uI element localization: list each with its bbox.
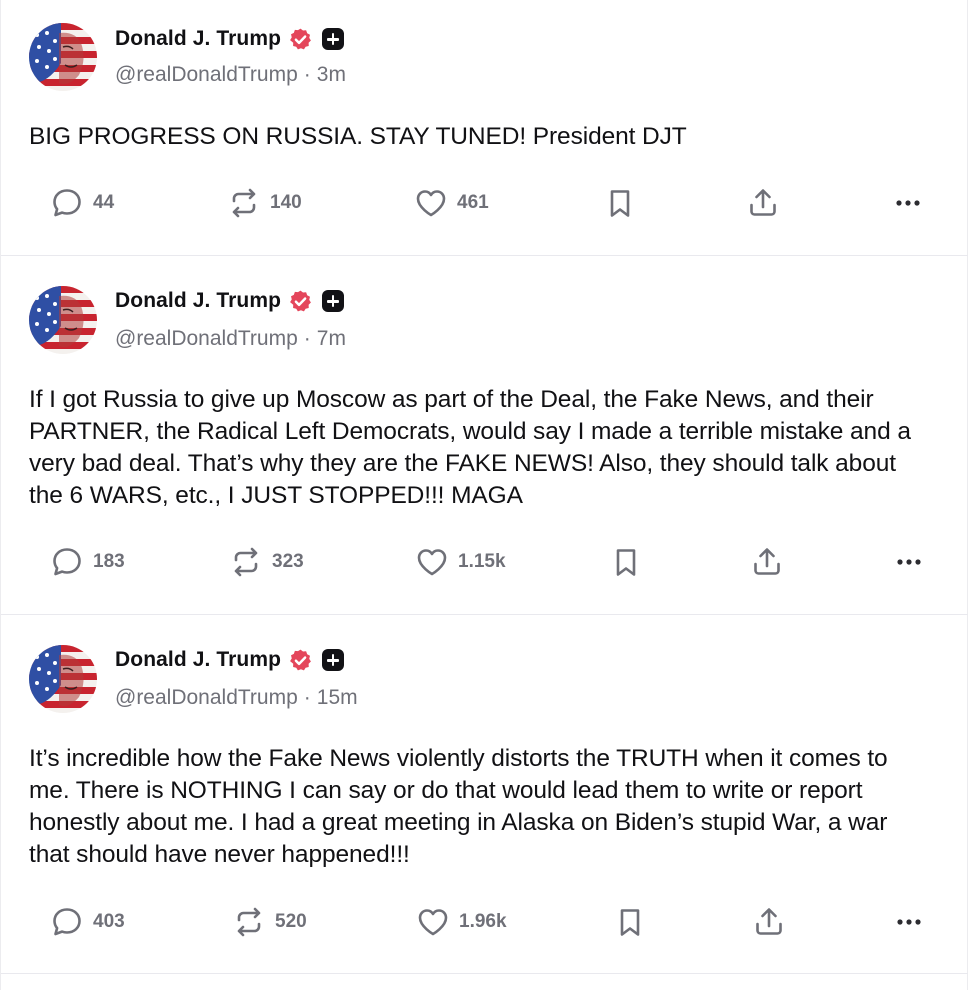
like-count: 461 — [457, 192, 489, 213]
post[interactable]: Donald J. Trump @realDonaldTrump · 3m BIG … — [1, 0, 968, 256]
share-icon — [756, 908, 782, 935]
plus-badge-icon — [322, 28, 345, 50]
bookmark-icon — [620, 909, 640, 936]
post-actions: 403 520 1.96k — [1, 902, 968, 942]
handle-row: @realDonaldTrump · 3m — [115, 63, 346, 87]
post-actions: 44 140 461 — [1, 183, 968, 223]
avatar[interactable] — [29, 645, 97, 713]
retruth-button[interactable]: 520 — [232, 902, 307, 942]
share-button[interactable] — [752, 902, 786, 942]
retruth-button[interactable]: 323 — [229, 542, 304, 582]
like-count: 1.15k — [458, 551, 506, 572]
bookmark-icon — [610, 190, 630, 217]
author-name[interactable]: Donald J. Trump — [115, 648, 281, 672]
verified-badge-icon — [290, 290, 311, 311]
more-button[interactable] — [892, 902, 926, 942]
author-handle[interactable]: @realDonaldTrump — [115, 63, 298, 86]
avatar[interactable] — [29, 23, 97, 91]
reply-icon — [53, 189, 81, 217]
more-button[interactable] — [891, 183, 925, 223]
retruth-icon — [232, 188, 256, 218]
post[interactable]: Donald J. Trump @realDonaldTrump · 15m It’… — [1, 615, 968, 974]
post-text: It’s incredible how the Fake News violen… — [29, 745, 888, 868]
avatar[interactable] — [29, 286, 97, 354]
reply-icon — [53, 548, 81, 576]
more-icon — [897, 559, 921, 565]
share-icon — [750, 189, 776, 216]
reply-count: 44 — [93, 192, 115, 213]
author-handle[interactable]: @realDonaldTrump — [115, 686, 298, 709]
retruth-count: 323 — [272, 551, 304, 572]
handle-row: @realDonaldTrump · 15m — [115, 686, 358, 710]
verified-badge-icon — [290, 28, 311, 49]
like-button[interactable]: 461 — [414, 183, 489, 223]
handle-row: @realDonaldTrump · 7m — [115, 327, 346, 351]
like-button[interactable]: 1.96k — [416, 902, 507, 942]
truth-feed: Donald J. Trump @realDonaldTrump · 3m BIG … — [0, 0, 968, 990]
share-button[interactable] — [746, 183, 780, 223]
reply-count: 403 — [93, 911, 125, 932]
like-button[interactable]: 1.15k — [415, 542, 506, 582]
heart-icon — [418, 909, 448, 936]
plus-badge-icon — [322, 290, 345, 312]
retruth-button[interactable]: 140 — [227, 183, 302, 223]
post-actions: 183 323 1.15k — [1, 542, 968, 582]
more-icon — [897, 919, 921, 925]
more-icon — [896, 200, 920, 206]
bookmark-button[interactable] — [613, 902, 647, 942]
post-time[interactable]: 7m — [317, 327, 346, 350]
retruth-icon — [234, 547, 258, 577]
more-button[interactable] — [892, 542, 926, 582]
post-text: If I got Russia to give up Moscow as par… — [29, 386, 911, 509]
post[interactable]: Donald J. Trump @realDonaldTrump · 7m If I… — [1, 256, 968, 615]
heart-icon — [416, 190, 446, 217]
plus-badge-icon — [322, 649, 345, 671]
post-time[interactable]: 3m — [317, 63, 346, 86]
separator: · — [303, 686, 311, 709]
separator: · — [303, 327, 311, 350]
reply-button[interactable]: 183 — [50, 542, 125, 582]
bookmark-icon — [616, 549, 636, 576]
bookmark-button[interactable] — [609, 542, 643, 582]
share-icon — [754, 548, 780, 575]
author-row: Donald J. Trump — [115, 24, 345, 54]
share-button[interactable] — [750, 542, 784, 582]
verified-badge-icon — [290, 649, 311, 670]
post-text: BIG PROGRESS ON RUSSIA. STAY TUNED! Pres… — [29, 123, 687, 150]
author-handle[interactable]: @realDonaldTrump — [115, 327, 298, 350]
author-name[interactable]: Donald J. Trump — [115, 27, 281, 51]
heart-icon — [417, 549, 447, 576]
like-count: 1.96k — [459, 911, 507, 932]
retruth-count: 140 — [270, 192, 302, 213]
author-row: Donald J. Trump — [115, 645, 345, 675]
separator: · — [303, 63, 311, 86]
reply-icon — [53, 908, 81, 936]
reply-button[interactable]: 403 — [50, 902, 125, 942]
reply-count: 183 — [93, 551, 125, 572]
bookmark-button[interactable] — [603, 183, 637, 223]
retruth-icon — [237, 907, 261, 937]
post-time[interactable]: 15m — [317, 686, 358, 709]
retruth-count: 520 — [275, 911, 307, 932]
author-row: Donald J. Trump — [115, 286, 345, 316]
reply-button[interactable]: 44 — [50, 183, 114, 223]
author-name[interactable]: Donald J. Trump — [115, 289, 281, 313]
